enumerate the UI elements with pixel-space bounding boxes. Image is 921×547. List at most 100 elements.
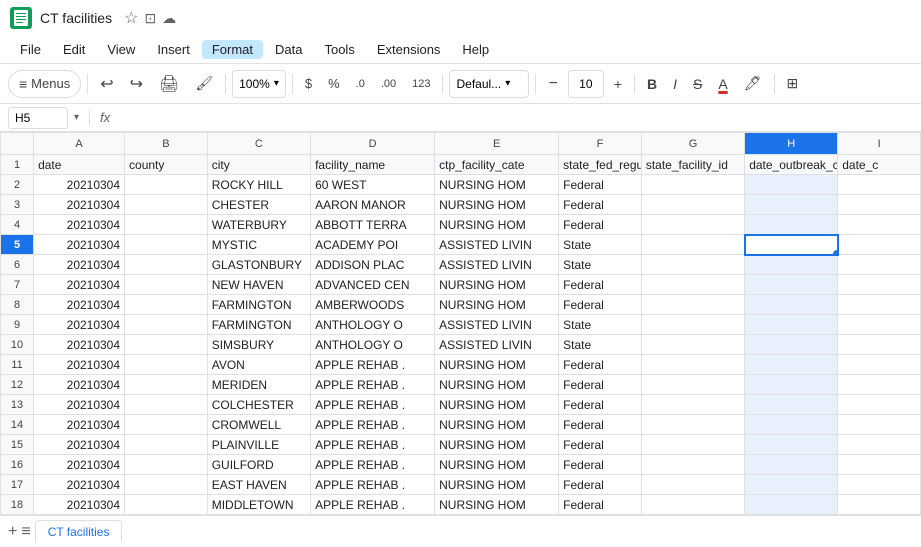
bold-button[interactable]: B: [641, 70, 663, 98]
row-number-12[interactable]: 12: [1, 375, 34, 395]
cell-e12[interactable]: NURSING HOM: [435, 375, 559, 395]
cell-c1[interactable]: city: [207, 155, 310, 175]
cell-i9[interactable]: [838, 315, 921, 335]
cell-h4[interactable]: [745, 215, 838, 235]
cell-h10[interactable]: [745, 335, 838, 355]
cell-h13[interactable]: [745, 395, 838, 415]
cell-f16[interactable]: Federal: [559, 455, 642, 475]
row-number-17[interactable]: 17: [1, 475, 34, 495]
cell-f4[interactable]: Federal: [559, 215, 642, 235]
col-header-f[interactable]: F: [559, 133, 642, 155]
cell-g7[interactable]: [641, 275, 744, 295]
row-number-4[interactable]: 4: [1, 215, 34, 235]
cell-b9[interactable]: [125, 315, 208, 335]
cell-d7[interactable]: ADVANCED CEN: [311, 275, 435, 295]
cell-d13[interactable]: APPLE REHAB .: [311, 395, 435, 415]
cell-i12[interactable]: [838, 375, 921, 395]
cell-d11[interactable]: APPLE REHAB .: [311, 355, 435, 375]
row-number-10[interactable]: 10: [1, 335, 34, 355]
cell-e6[interactable]: ASSISTED LIVIN: [435, 255, 559, 275]
cell-h17[interactable]: [745, 475, 838, 495]
cell-d10[interactable]: ANTHOLOGY O: [311, 335, 435, 355]
cell-i10[interactable]: [838, 335, 921, 355]
cell-a16[interactable]: 20210304: [34, 455, 125, 475]
menu-file[interactable]: File: [10, 40, 51, 59]
cell-b18[interactable]: [125, 495, 208, 515]
cell-a7[interactable]: 20210304: [34, 275, 125, 295]
cell-a15[interactable]: 20210304: [34, 435, 125, 455]
row-number-1[interactable]: 1: [1, 155, 34, 175]
cell-b3[interactable]: [125, 195, 208, 215]
cloud-icon[interactable]: ☁: [162, 10, 176, 27]
cell-i1[interactable]: date_c: [838, 155, 921, 175]
menu-tools[interactable]: Tools: [314, 40, 364, 59]
menu-view[interactable]: View: [97, 40, 145, 59]
zoom-selector[interactable]: 100% ▾: [232, 70, 286, 98]
cell-h2[interactable]: [745, 175, 838, 195]
cell-f11[interactable]: Federal: [559, 355, 642, 375]
dec-decrease-button[interactable]: .0: [350, 70, 371, 98]
cell-f9[interactable]: State: [559, 315, 642, 335]
cell-i16[interactable]: [838, 455, 921, 475]
menu-help[interactable]: Help: [452, 40, 499, 59]
cell-i2[interactable]: [838, 175, 921, 195]
cell-a11[interactable]: 20210304: [34, 355, 125, 375]
cell-i17[interactable]: [838, 475, 921, 495]
cell-c11[interactable]: AVON: [207, 355, 310, 375]
cell-c18[interactable]: MIDDLETOWN: [207, 495, 310, 515]
cell-h8[interactable]: [745, 295, 838, 315]
cell-a2[interactable]: 20210304: [34, 175, 125, 195]
row-number-5[interactable]: 5: [1, 235, 34, 255]
cell-f12[interactable]: Federal: [559, 375, 642, 395]
cell-c2[interactable]: ROCKY HILL: [207, 175, 310, 195]
cell-b11[interactable]: [125, 355, 208, 375]
cell-e18[interactable]: NURSING HOM: [435, 495, 559, 515]
format-number-button[interactable]: 123: [406, 70, 436, 98]
cell-e1[interactable]: ctp_facility_cate: [435, 155, 559, 175]
cell-e2[interactable]: NURSING HOM: [435, 175, 559, 195]
cell-g4[interactable]: [641, 215, 744, 235]
cell-g6[interactable]: [641, 255, 744, 275]
cell-d5[interactable]: ACADEMY POI: [311, 235, 435, 255]
cell-g3[interactable]: [641, 195, 744, 215]
cell-f7[interactable]: Federal: [559, 275, 642, 295]
cell-g9[interactable]: [641, 315, 744, 335]
cell-a5[interactable]: 20210304: [34, 235, 125, 255]
menu-insert[interactable]: Insert: [147, 40, 200, 59]
star-icon[interactable]: ☆: [124, 8, 138, 28]
cell-b4[interactable]: [125, 215, 208, 235]
cell-a9[interactable]: 20210304: [34, 315, 125, 335]
cell-i3[interactable]: [838, 195, 921, 215]
italic-button[interactable]: I: [667, 70, 683, 98]
cell-g18[interactable]: [641, 495, 744, 515]
cell-f15[interactable]: Federal: [559, 435, 642, 455]
cell-e9[interactable]: ASSISTED LIVIN: [435, 315, 559, 335]
cell-b14[interactable]: [125, 415, 208, 435]
cell-i14[interactable]: [838, 415, 921, 435]
cell-c4[interactable]: WATERBURY: [207, 215, 310, 235]
formula-input[interactable]: [116, 107, 913, 129]
cell-g8[interactable]: [641, 295, 744, 315]
percent-button[interactable]: %: [322, 70, 346, 98]
cell-h5[interactable]: [745, 235, 838, 255]
cell-f10[interactable]: State: [559, 335, 642, 355]
cell-b16[interactable]: [125, 455, 208, 475]
cell-i8[interactable]: [838, 295, 921, 315]
col-header-i[interactable]: I: [838, 133, 921, 155]
menu-extensions[interactable]: Extensions: [367, 40, 451, 59]
row-number-3[interactable]: 3: [1, 195, 34, 215]
cell-f17[interactable]: Federal: [559, 475, 642, 495]
cell-e16[interactable]: NURSING HOM: [435, 455, 559, 475]
cell-f6[interactable]: State: [559, 255, 642, 275]
menus-button[interactable]: ≡ Menus: [8, 70, 81, 98]
cell-i15[interactable]: [838, 435, 921, 455]
cell-d15[interactable]: APPLE REHAB .: [311, 435, 435, 455]
cell-h16[interactable]: [745, 455, 838, 475]
cell-d2[interactable]: 60 WEST: [311, 175, 435, 195]
cell-e13[interactable]: NURSING HOM: [435, 395, 559, 415]
cell-d9[interactable]: ANTHOLOGY O: [311, 315, 435, 335]
cell-c15[interactable]: PLAINVILLE: [207, 435, 310, 455]
font-size-input[interactable]: 10: [568, 70, 604, 98]
col-header-e[interactable]: E: [435, 133, 559, 155]
cell-b2[interactable]: [125, 175, 208, 195]
